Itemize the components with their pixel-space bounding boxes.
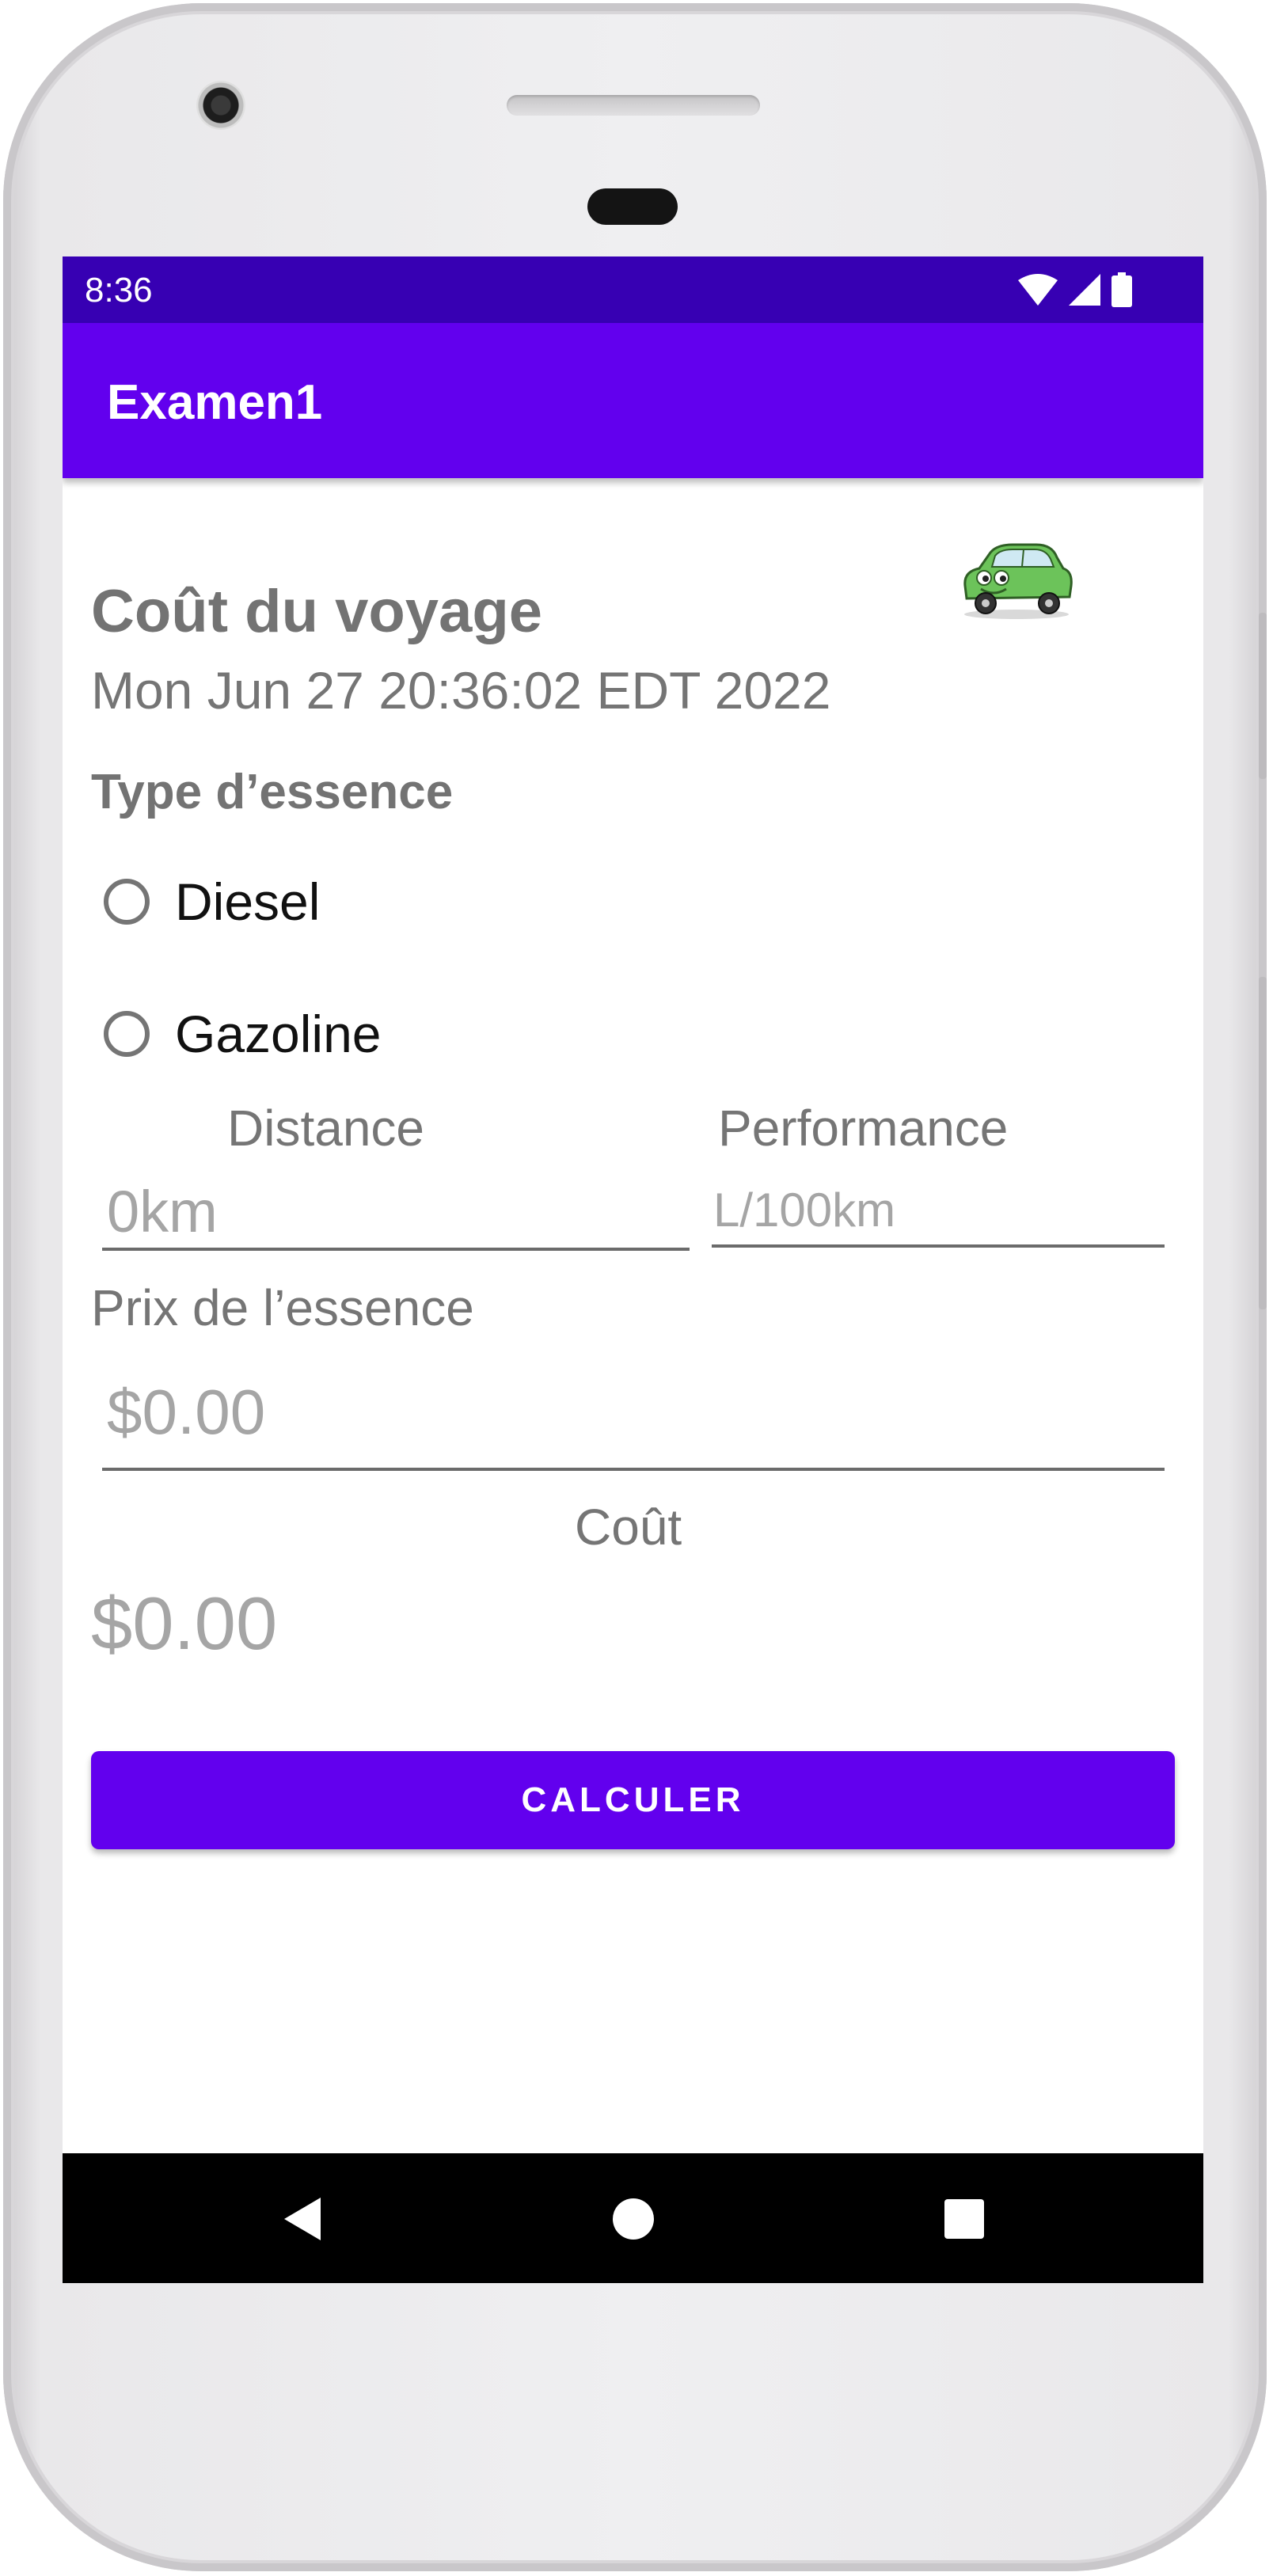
radio-gazoline[interactable]: Gazoline: [104, 994, 382, 1073]
fuel-type-label: Type d’essence: [91, 765, 454, 819]
radio-label-diesel: Diesel: [175, 872, 321, 931]
signal-icon: [1069, 274, 1100, 306]
front-camera: [196, 81, 245, 130]
app-title: Examen1: [107, 375, 323, 430]
radio-diesel[interactable]: Diesel: [104, 862, 320, 941]
battery-icon: [1112, 272, 1132, 307]
app-bar: Examen1: [63, 323, 1203, 478]
performance-field[interactable]: [712, 1175, 1165, 1248]
back-icon[interactable]: [278, 2193, 330, 2245]
status-icons: [1018, 271, 1132, 309]
distance-field[interactable]: [102, 1175, 690, 1251]
cost-value: $0.00: [91, 1582, 278, 1665]
proximity-sensor: [587, 188, 678, 225]
car-icon: [963, 543, 1073, 619]
page-title: Coût du voyage: [91, 578, 543, 645]
radio-label-gazoline: Gazoline: [175, 1005, 382, 1063]
home-icon[interactable]: [607, 2193, 659, 2245]
status-bar: 8:36: [63, 256, 1203, 323]
price-input[interactable]: [102, 1357, 1165, 1468]
cost-label: Coût: [575, 1499, 682, 1556]
distance-label: Distance: [227, 1100, 424, 1157]
radio-circle-icon[interactable]: [104, 879, 150, 925]
status-time: 8:36: [85, 271, 153, 310]
volume-button: [1259, 613, 1267, 779]
phone-screen: 8:36 Examen1 Coût du voyage Mon Jun 27 2…: [63, 256, 1203, 2283]
price-field[interactable]: [102, 1357, 1165, 1471]
performance-input[interactable]: [712, 1175, 1165, 1244]
power-button: [1259, 977, 1267, 1309]
wifi-icon: [1018, 274, 1058, 306]
navigation-bar: [63, 2153, 1203, 2283]
radio-circle-icon[interactable]: [104, 1011, 150, 1057]
calculate-button[interactable]: CALCULER: [91, 1751, 1175, 1849]
distance-input[interactable]: [102, 1175, 690, 1248]
earpiece-speaker: [507, 95, 760, 116]
price-label: Prix de l’essence: [91, 1279, 474, 1336]
main-content: Coût du voyage Mon Jun 27 20:36:02 EDT 2…: [63, 478, 1203, 2153]
performance-label: Performance: [718, 1100, 1009, 1157]
current-date: Mon Jun 27 20:36:02 EDT 2022: [91, 661, 831, 720]
recents-icon[interactable]: [938, 2193, 990, 2245]
